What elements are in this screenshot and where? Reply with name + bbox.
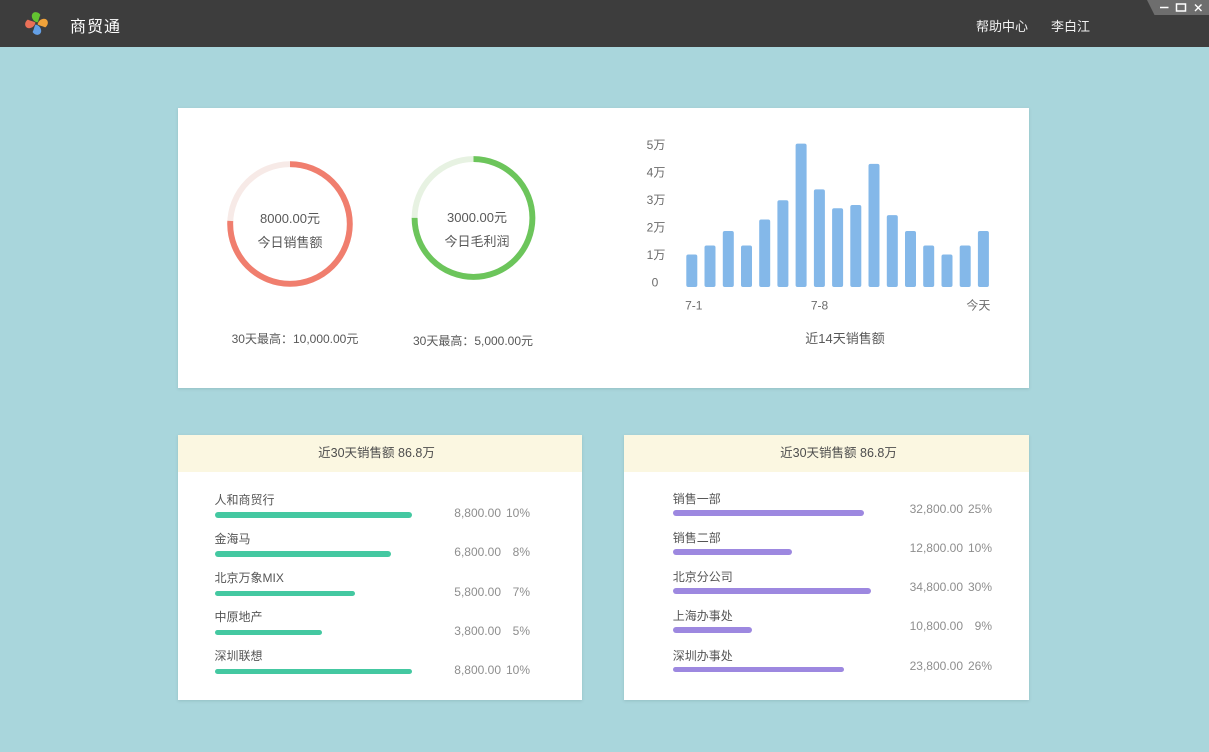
svg-text:1万: 1万 — [647, 248, 666, 262]
svg-text:0: 0 — [652, 275, 659, 289]
svg-text:7-8: 7-8 — [811, 298, 829, 312]
svg-text:2万: 2万 — [647, 220, 666, 234]
svg-text:3万: 3万 — [647, 193, 666, 207]
svg-text:7-1: 7-1 — [685, 298, 703, 312]
svg-text:今天: 今天 — [966, 297, 990, 312]
svg-text:4万: 4万 — [647, 165, 666, 179]
svg-text:5万: 5万 — [647, 138, 666, 152]
